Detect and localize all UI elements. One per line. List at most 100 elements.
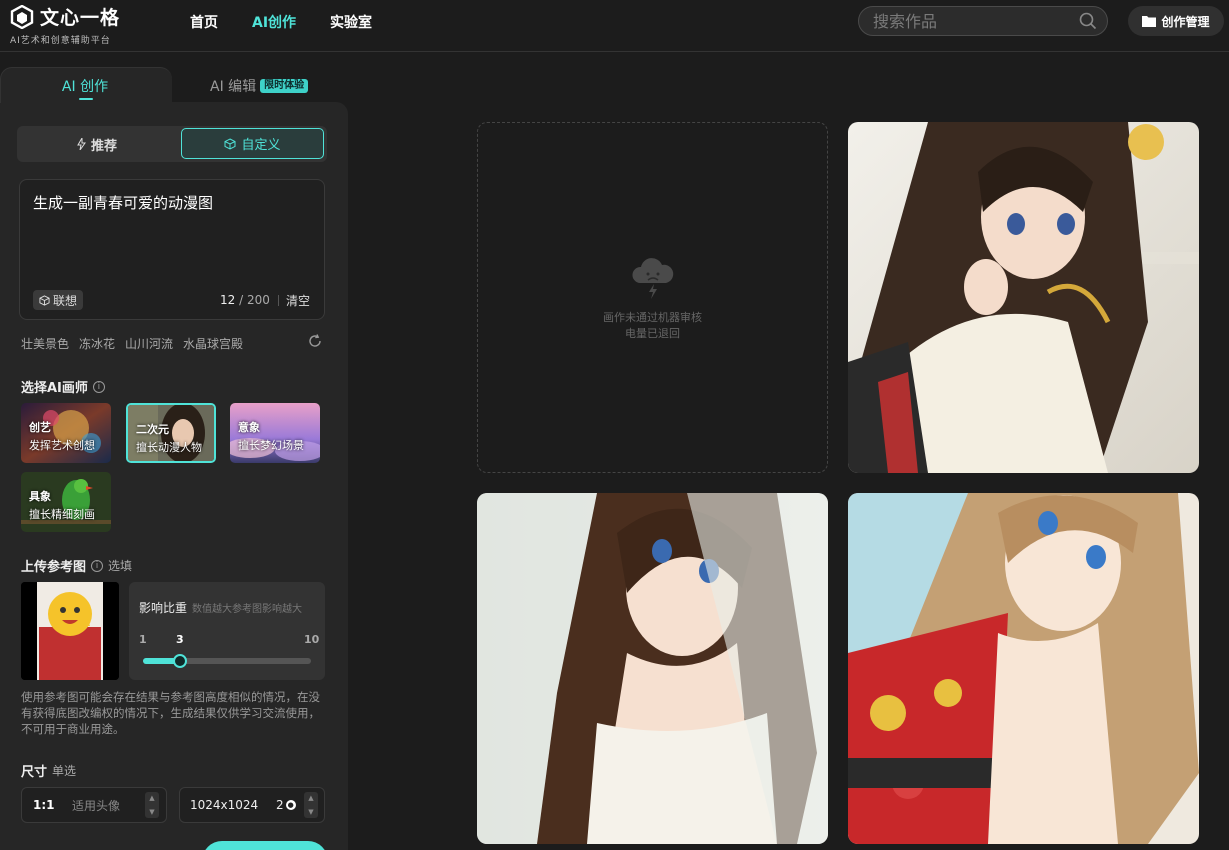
char-count: 12 / 200 (220, 293, 270, 307)
logo-icon (10, 4, 34, 29)
ratio-use: 适用头像 (72, 798, 121, 813)
generate-button[interactable] (202, 841, 328, 850)
size-count-value: 2 (276, 798, 284, 812)
slider-handle[interactable] (173, 654, 187, 668)
clear-button[interactable]: 清空 (286, 292, 310, 309)
mode-recommend-button[interactable]: 推荐 (17, 126, 177, 162)
artist-desc: 擅长精细刻画 (29, 508, 95, 521)
failed-message: 画作未通过机器审核 电量已退回 (478, 310, 827, 342)
size-single-label: 单选 (52, 764, 77, 778)
chevron-up-icon[interactable]: ▲ (149, 794, 154, 802)
search-icon[interactable] (1079, 12, 1097, 30)
artwork-image (477, 493, 828, 844)
influence-min: 1 (139, 633, 147, 646)
failed-artwork-card: 画作未通过机器审核 电量已退回 (477, 122, 828, 473)
ratio-value: 1:1 (33, 798, 55, 812)
tab-ai-edit[interactable]: AI 编辑 限时体验 (210, 76, 309, 96)
ratio-select[interactable]: 1:1 适用头像 ▲ ▼ (21, 787, 167, 823)
reference-image[interactable] (21, 582, 119, 680)
artwork-card[interactable] (848, 493, 1199, 844)
ref-title: 上传参考图 (21, 560, 87, 575)
artist-section-title: 选择AI画师 i (21, 377, 105, 396)
search-bar (858, 6, 1108, 36)
artist-card-erciyuan[interactable]: 二次元 擅长动漫人物 (126, 403, 216, 463)
influence-title: 影响比重 (139, 601, 188, 615)
ref-disclaimer: 使用参考图可能会存在结果与参考图高度相似的情况，在没有获得底图改编权的情况下，生… (21, 690, 320, 736)
main-nav: 首页 AI创作 实验室 (190, 12, 372, 32)
influence-hint: 数值越大参考图影响越大 (192, 604, 302, 615)
panel-content: 推荐 自定义 生成一副青春可爱的动漫图 联想 12 / 200 清空 壮美景色 … (0, 102, 348, 850)
logo-tagline: AI艺术和创意辅助平台 (10, 36, 111, 46)
artist-card-chuangyi[interactable]: 创艺 发挥艺术创想 (21, 403, 111, 463)
nav-lab[interactable]: 实验室 (330, 12, 372, 32)
info-icon[interactable]: i (92, 380, 105, 393)
tab-edit-label: AI 编辑 (210, 79, 257, 95)
folder-icon (1142, 16, 1157, 27)
char-count-max: / 200 (239, 293, 270, 307)
manage-button[interactable]: 创作管理 (1128, 6, 1224, 36)
nav-home[interactable]: 首页 (190, 12, 218, 32)
cube-icon (39, 294, 50, 306)
artwork-card[interactable] (848, 122, 1199, 473)
prompt-input[interactable]: 生成一副青春可爱的动漫图 联想 12 / 200 清空 (19, 179, 325, 320)
coin-icon: ● (285, 800, 296, 810)
suggestion-tag[interactable]: 水晶球宫殿 (183, 335, 243, 352)
artwork-image (848, 122, 1199, 473)
artist-name: 意象 (238, 421, 260, 434)
logo[interactable]: 文心一格 AI艺术和创意辅助平台 (10, 3, 120, 46)
artist-name: 二次元 (136, 423, 169, 436)
chevron-up-icon[interactable]: ▲ (308, 794, 313, 802)
prompt-text: 生成一副青春可爱的动漫图 (33, 194, 214, 212)
influence-slider[interactable] (143, 654, 311, 668)
cloud-storm-icon (632, 258, 674, 299)
suggestion-tag[interactable]: 山川河流 (125, 335, 173, 352)
search-input[interactable] (873, 11, 1079, 31)
artist-card-juxiang[interactable]: 具象 擅长精细刻画 (21, 472, 111, 532)
creation-panel: AI 创作 AI 编辑 限时体验 推荐 自定义 生成一副青春可爱的动漫图 联想 … (0, 67, 348, 850)
size-dimension: 1024x1024 (190, 798, 259, 812)
artwork-image (848, 493, 1199, 844)
influence-value: 3 (176, 633, 184, 646)
associate-button[interactable]: 联想 (33, 290, 84, 310)
manage-label: 创作管理 (1161, 14, 1210, 29)
count-stepper[interactable]: ▲ ▼ (304, 792, 318, 818)
chevron-down-icon[interactable]: ▼ (308, 808, 313, 816)
reference-thumb (21, 582, 119, 680)
artist-name: 具象 (29, 490, 51, 503)
suggestion-tag[interactable]: 冻冰花 (79, 335, 115, 352)
refresh-icon[interactable] (308, 334, 322, 348)
suggestion-tag[interactable]: 壮美景色 (21, 335, 69, 352)
chevron-down-icon[interactable]: ▼ (149, 808, 154, 816)
artist-desc: 擅长动漫人物 (136, 441, 202, 454)
trial-badge: 限时体验 (260, 79, 309, 93)
artist-title: 选择AI画师 (21, 381, 88, 396)
mode-custom-button[interactable]: 自定义 (181, 128, 324, 159)
artwork-card[interactable] (477, 493, 828, 844)
associate-label: 联想 (53, 293, 78, 308)
failed-line-1: 画作未通过机器审核 (603, 311, 702, 324)
artist-name: 创艺 (29, 421, 51, 434)
ratio-stepper[interactable]: ▲ ▼ (145, 792, 159, 818)
artist-desc: 发挥艺术创想 (29, 439, 95, 452)
mode-switch: 推荐 自定义 (17, 126, 327, 162)
ref-optional-label: 选填 (108, 559, 133, 573)
size-title: 尺寸 (21, 765, 48, 780)
ref-section-title: 上传参考图 i 选填 (21, 556, 132, 575)
top-header: 文心一格 AI艺术和创意辅助平台 首页 AI创作 实验室 创作管理 (0, 0, 1229, 52)
tab-ai-create[interactable]: AI 创作 (0, 76, 170, 96)
nav-ai-create[interactable]: AI创作 (252, 12, 296, 32)
artist-desc: 擅长梦幻场景 (238, 439, 304, 452)
tab-underline (79, 98, 93, 100)
mode-custom-label: 自定义 (241, 138, 281, 153)
influence-max: 10 (304, 633, 320, 646)
size-count-select[interactable]: 1024x1024 2 ● ▲ ▼ (179, 787, 325, 823)
mode-recommend-label: 推荐 (90, 138, 117, 154)
divider (278, 295, 279, 306)
char-count-current: 12 (220, 293, 236, 307)
influence-box: 影响比重 数值越大参考图影响越大 1 3 10 (129, 582, 325, 680)
artist-card-yixiang[interactable]: 意象 擅长梦幻场景 (230, 403, 320, 463)
size-count: 2 ● (276, 798, 296, 812)
info-icon[interactable]: i (91, 559, 104, 572)
failed-line-2: 电量已退回 (625, 327, 680, 340)
cube-icon (224, 137, 236, 150)
